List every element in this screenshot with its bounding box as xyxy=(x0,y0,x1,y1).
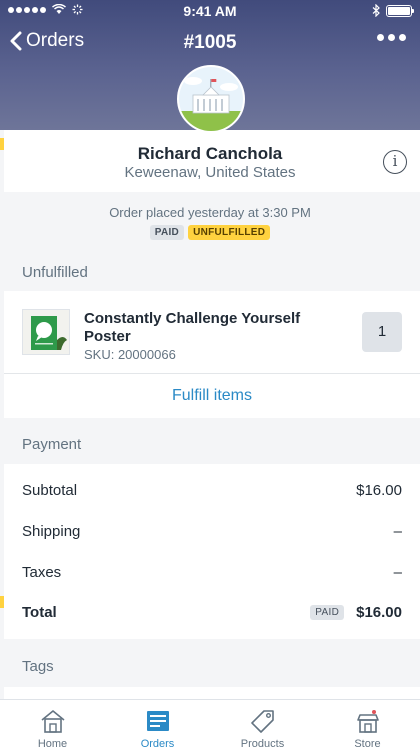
poster-image-icon xyxy=(23,310,69,354)
orders-icon xyxy=(146,711,169,731)
avatar[interactable] xyxy=(177,65,245,133)
taxes-value: – xyxy=(393,564,402,581)
shipping-value: – xyxy=(393,523,402,540)
quantity-box: 1 xyxy=(362,312,402,352)
tags-section-title: Tags xyxy=(22,658,54,675)
ellipsis-icon[interactable] xyxy=(377,34,406,41)
payment-row-shipping: Shipping – xyxy=(22,523,402,540)
product-sku: SKU: 20000066 xyxy=(84,347,176,362)
total-label: Total xyxy=(22,604,57,621)
page-title: #1005 xyxy=(183,32,237,53)
customer-location: Keweenaw, United States xyxy=(124,164,296,181)
tab-store[interactable]: Store xyxy=(315,700,420,750)
status-bar: 9:41 AM xyxy=(0,0,420,22)
customer-name[interactable]: Richard Canchola xyxy=(0,144,420,164)
bluetooth-icon xyxy=(372,4,380,17)
edge-mark xyxy=(0,596,4,608)
battery-icon xyxy=(386,4,414,17)
payment-card: Subtotal $16.00 Shipping – Taxes – Total… xyxy=(4,464,420,639)
subtotal-value: $16.00 xyxy=(356,482,402,499)
tab-products-label: Products xyxy=(240,738,285,750)
taxes-label: Taxes xyxy=(22,564,62,581)
product-thumbnail[interactable] xyxy=(22,309,70,355)
divider xyxy=(4,373,420,374)
tab-products[interactable]: Products xyxy=(210,700,315,750)
product-name[interactable]: Constantly Challenge Yourself Poster xyxy=(84,310,324,346)
paid-badge: PAID xyxy=(149,225,185,240)
store-icon xyxy=(356,710,379,733)
tag-icon xyxy=(250,710,274,733)
payment-row-taxes: Taxes – xyxy=(22,564,402,581)
subtotal-label: Subtotal xyxy=(22,482,78,499)
whitehouse-avatar-icon xyxy=(179,67,243,131)
tab-home[interactable]: Home xyxy=(0,700,105,750)
tab-store-label: Store xyxy=(354,738,381,750)
nav-bar: Orders #1005 xyxy=(0,26,420,62)
unfulfilled-badge: UNFULFILLED xyxy=(188,225,271,240)
fulfill-items-button[interactable]: Fulfill items xyxy=(4,387,420,405)
tab-orders-label: Orders xyxy=(140,738,175,750)
tab-bar: Home Orders Products Store xyxy=(0,699,420,750)
line-item-card: Constantly Challenge Yourself Poster SKU… xyxy=(4,291,420,418)
status-time: 9:41 AM xyxy=(183,3,237,19)
tab-home-label: Home xyxy=(37,738,68,750)
order-status-badges: PAID UNFULFILLED xyxy=(0,225,420,240)
tab-orders[interactable]: Orders xyxy=(105,700,210,750)
home-icon xyxy=(40,710,65,733)
shipping-label: Shipping xyxy=(22,523,81,540)
payment-row-total: Total PAID $16.00 xyxy=(22,604,402,621)
order-placed-text: Order placed yesterday at 3:30 PM xyxy=(109,205,311,220)
total-value: $16.00 xyxy=(356,604,402,621)
info-icon[interactable]: i xyxy=(383,150,407,174)
unfulfilled-section-title: Unfulfilled xyxy=(22,264,88,281)
payment-section-title: Payment xyxy=(22,436,82,453)
total-paid-badge: PAID xyxy=(310,605,345,620)
payment-row-subtotal: Subtotal $16.00 xyxy=(22,482,402,499)
